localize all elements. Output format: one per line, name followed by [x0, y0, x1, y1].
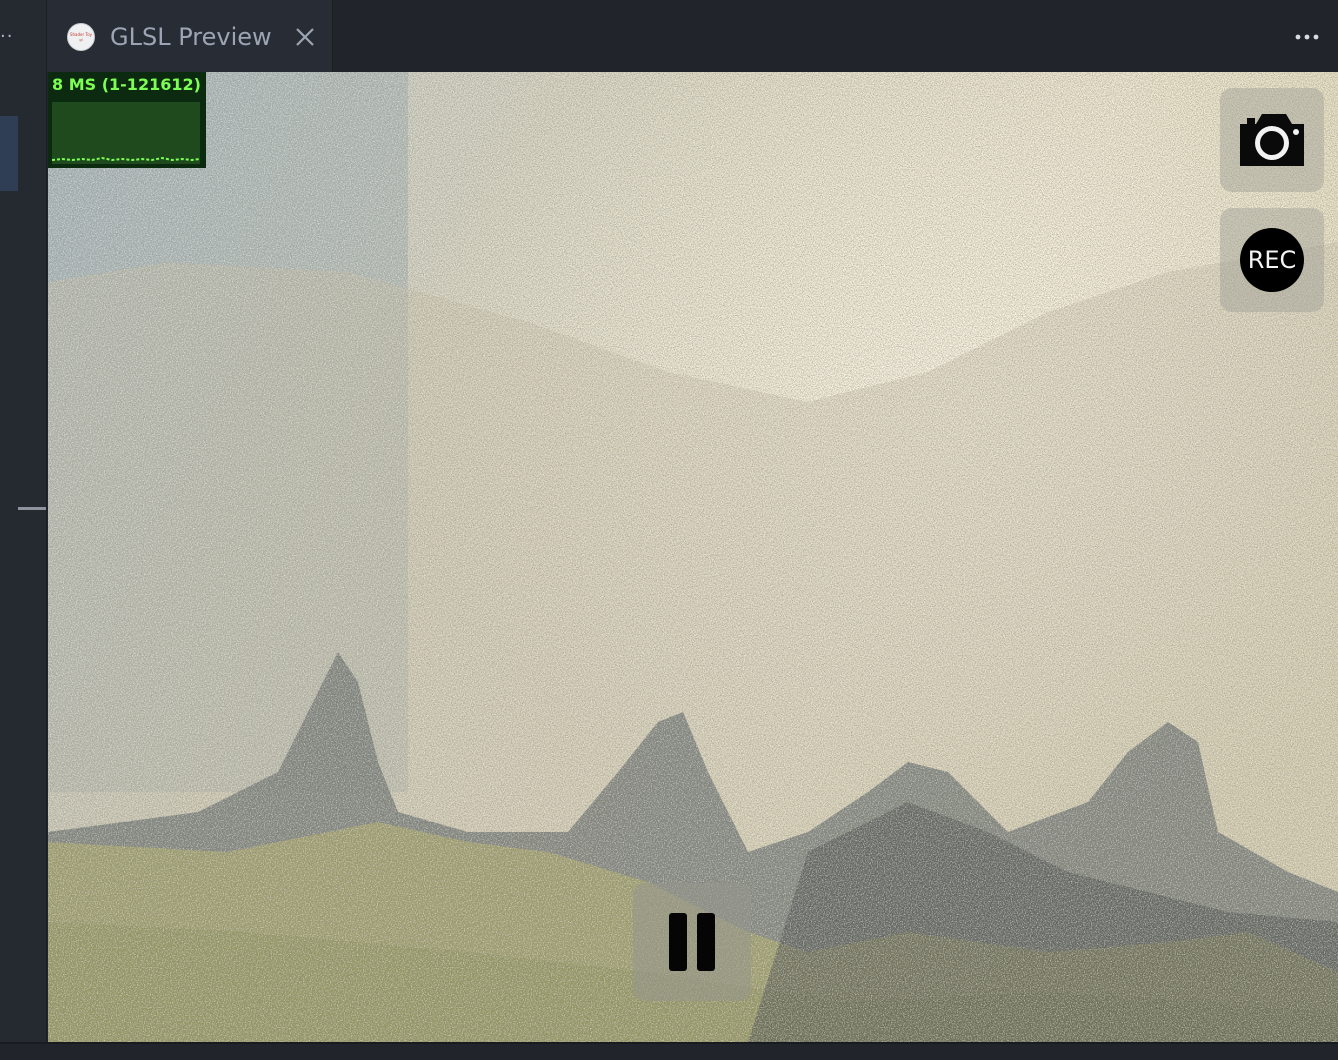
pause-icon [669, 913, 715, 971]
tab-title: GLSL Preview [110, 23, 272, 51]
camera-icon [1240, 114, 1304, 166]
record-button[interactable]: REC [1220, 208, 1324, 312]
left-more-icon[interactable]: ·· [0, 22, 16, 52]
tab-glsl-preview[interactable]: Shader Toy gl GLSL Preview [47, 0, 333, 72]
shadertoy-logo-icon: Shader Toy gl [67, 23, 95, 51]
svg-text:Shader Toy: Shader Toy [70, 32, 93, 37]
left-selected-item[interactable] [0, 116, 18, 191]
frame-time-label: 8 MS (1-121612) [52, 75, 201, 94]
record-icon: REC [1240, 228, 1304, 292]
tab-bar: Shader Toy gl GLSL Preview [47, 0, 1338, 72]
shader-preview-canvas[interactable]: 8 MS (1-121612) REC [48, 72, 1338, 1042]
record-label: REC [1247, 246, 1297, 274]
frame-time-graph [51, 102, 201, 164]
close-icon[interactable] [293, 25, 317, 49]
ellipsis-icon[interactable] [1294, 26, 1324, 48]
status-bar-edge [0, 1042, 1338, 1060]
sash-handle[interactable] [18, 507, 46, 510]
svg-text:gl: gl [79, 38, 82, 42]
snapshot-button[interactable] [1220, 88, 1324, 192]
left-editor-edge: ·· [0, 0, 47, 1044]
pane-divider[interactable] [46, 0, 47, 1044]
pause-button[interactable] [633, 883, 751, 1001]
frame-stats-panel: 8 MS (1-121612) [48, 72, 206, 168]
